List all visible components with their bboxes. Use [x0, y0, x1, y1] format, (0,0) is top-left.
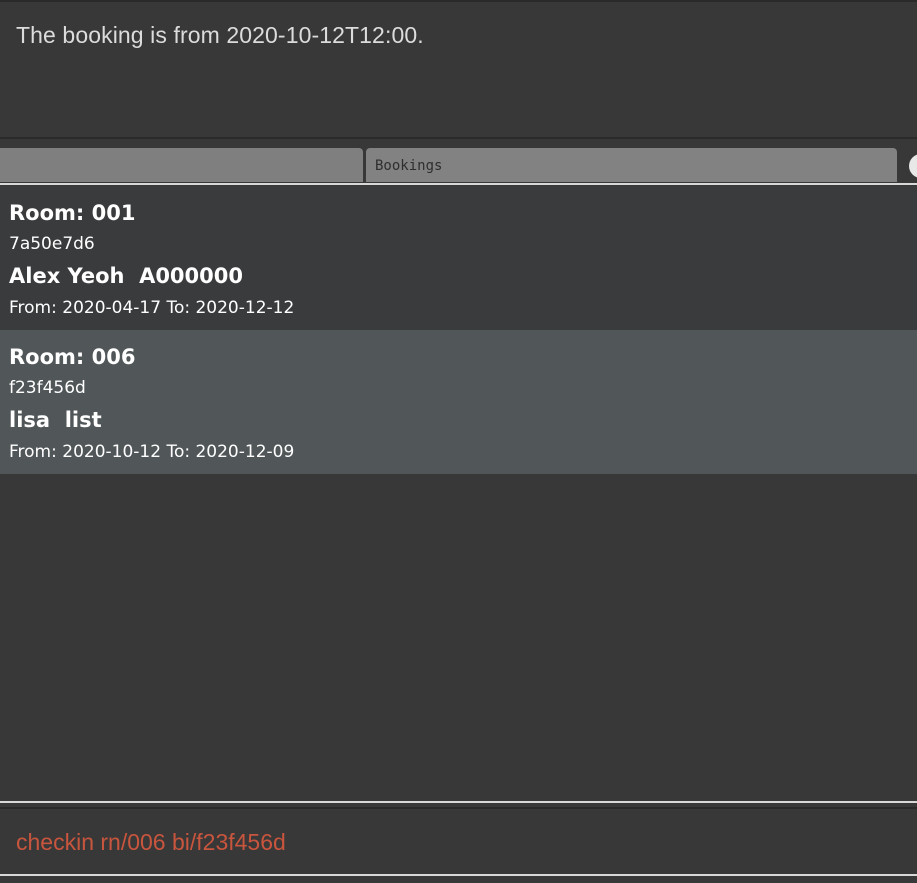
result-message: The booking is from 2020-10-12T12:00. [16, 22, 424, 48]
command-input[interactable] [0, 807, 917, 875]
booking-guest: lisa list [9, 408, 102, 432]
command-area [0, 803, 917, 883]
booking-card[interactable]: Room: 001 7a50e7d6 Alex Yeoh A000000 Fro… [0, 186, 917, 330]
booking-dates: From: 2020-10-12 To: 2020-12-09 [9, 442, 295, 462]
booking-id: f23f456d [9, 378, 86, 398]
partial-tab-icon[interactable] [909, 154, 917, 178]
command-underline [0, 874, 917, 876]
booking-guest: Alex Yeoh A000000 [9, 264, 243, 288]
booking-room: Room: 001 [9, 201, 136, 225]
app-window: The booking is from 2020-10-12T12:00. Bo… [0, 0, 917, 883]
tab-bar: Bookings [0, 139, 917, 183]
booking-card-selected[interactable]: Room: 006 f23f456d lisa list From: 2020-… [0, 330, 917, 474]
tab-label: Bookings [375, 158, 443, 174]
booking-dates: From: 2020-04-17 To: 2020-12-12 [9, 298, 295, 318]
tab-rooms[interactable] [0, 148, 363, 182]
booking-id: 7a50e7d6 [9, 234, 95, 254]
booking-list[interactable]: Room: 001 7a50e7d6 Alex Yeoh A000000 Fro… [0, 185, 917, 801]
booking-room: Room: 006 [9, 345, 136, 369]
result-display: The booking is from 2020-10-12T12:00. [0, 0, 917, 139]
tab-bookings[interactable]: Bookings [366, 148, 897, 182]
